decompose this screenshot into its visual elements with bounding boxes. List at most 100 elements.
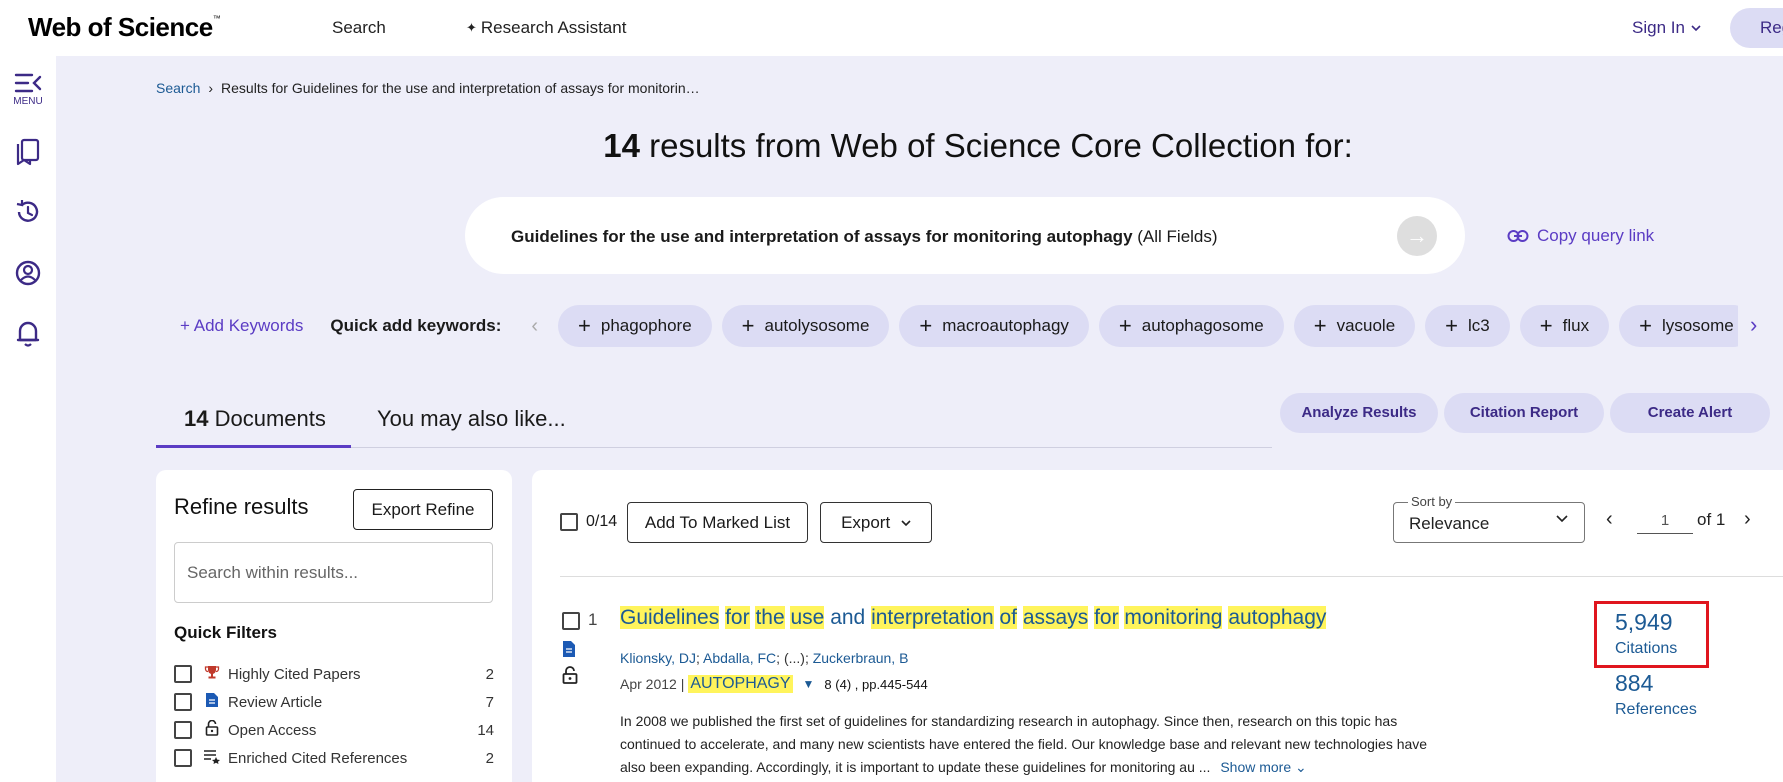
results-heading: 14 results from Web of Science Core Coll… xyxy=(0,127,1783,165)
query-box[interactable]: Guidelines for the use and interpretatio… xyxy=(465,197,1465,274)
record-checkbox[interactable] xyxy=(562,612,580,630)
export-dropdown[interactable]: Export xyxy=(820,502,932,543)
caret-down-icon[interactable]: ▼ xyxy=(803,677,815,691)
title-word: autophagy xyxy=(1228,606,1327,629)
keyword-chip-label: macroautophagy xyxy=(942,316,1069,335)
show-more-link[interactable]: Show more ⌄ xyxy=(1220,759,1306,775)
references-count-link[interactable]: 884 xyxy=(1615,670,1653,697)
page-number-input[interactable] xyxy=(1637,508,1693,534)
keyword-chip[interactable]: + flux xyxy=(1519,305,1610,347)
citations-label[interactable]: Citations xyxy=(1615,640,1677,658)
tab-you-may-also-like[interactable]: You may also like... xyxy=(377,400,566,432)
author-link[interactable]: Zuckerbraun, B xyxy=(813,650,909,666)
filter-label: Review Article xyxy=(228,693,323,711)
chevron-down-icon xyxy=(1691,25,1701,32)
keyword-chip[interactable]: + autophagosome xyxy=(1098,305,1284,347)
unlock-icon xyxy=(562,666,578,689)
next-page-button[interactable]: › xyxy=(1744,508,1751,531)
previous-page-button[interactable]: ‹ xyxy=(1606,508,1613,531)
record-number: 1 xyxy=(588,610,598,629)
alerts-nav[interactable] xyxy=(0,319,56,349)
filter-enriched-cited-references[interactable]: Enriched Cited References 2 xyxy=(174,747,494,769)
author-link[interactable]: Klionsky, DJ xyxy=(620,650,696,666)
sign-in-dropdown[interactable]: Sign In xyxy=(1632,18,1701,38)
journal-link[interactable]: AUTOPHAGY xyxy=(688,675,793,693)
register-button[interactable]: Reg xyxy=(1730,8,1783,48)
breadcrumb-search-link[interactable]: Search xyxy=(156,80,200,96)
checkbox[interactable] xyxy=(560,513,578,531)
add-to-marked-list-button[interactable]: Add To Marked List xyxy=(627,502,808,543)
analyze-results-button[interactable]: Analyze Results xyxy=(1280,393,1438,433)
run-search-button[interactable]: → xyxy=(1397,216,1437,256)
select-all[interactable]: 0/14 xyxy=(560,513,617,531)
record-title-link[interactable]: Guidelines for the use and interpretatio… xyxy=(620,606,1327,630)
keyword-chip-label: lysosome xyxy=(1661,316,1734,335)
sparkle-icon: ✦ xyxy=(466,20,477,35)
title-word: for xyxy=(1094,606,1119,629)
chevron-down-icon xyxy=(1556,515,1568,523)
nav-research-assistant-label: Research Assistant xyxy=(480,18,627,37)
plus-icon: + xyxy=(1118,313,1132,338)
add-keywords-button[interactable]: + Add Keywords xyxy=(180,316,303,336)
profile-nav[interactable] xyxy=(0,259,56,287)
menu-button[interactable]: MENU xyxy=(0,72,56,107)
author-ellipsis[interactable]: (...) xyxy=(784,650,805,666)
nav-research-assistant-link[interactable]: ✦ Research Assistant xyxy=(466,18,626,38)
plus-icon: + xyxy=(741,313,755,338)
keyword-chip-label: autolysosome xyxy=(764,316,870,335)
web-of-science-logo[interactable]: Web of Science™ xyxy=(28,12,221,43)
trophy-icon xyxy=(202,664,222,684)
nav-search-link[interactable]: Search xyxy=(332,18,386,38)
filter-label: Open Access xyxy=(228,721,317,739)
query-field: (All Fields) xyxy=(1137,227,1218,246)
keyword-chip[interactable]: + lysosome xyxy=(1619,305,1739,347)
results-count: 14 xyxy=(603,127,640,164)
author-separator: ; xyxy=(776,650,784,666)
title-word: monitoring xyxy=(1124,606,1223,629)
chevron-left-icon[interactable]: ‹ xyxy=(531,315,538,338)
show-more-label: Show more xyxy=(1220,759,1292,775)
record-date: Apr 2012 | xyxy=(620,676,685,692)
title-word: and xyxy=(830,606,866,629)
enriched-list-icon xyxy=(202,748,222,768)
filter-open-access[interactable]: Open Access 14 xyxy=(174,719,494,741)
plus-icon: + xyxy=(1539,313,1553,338)
refine-title: Refine results xyxy=(174,494,309,519)
filter-review-article[interactable]: Review Article 7 xyxy=(174,691,494,713)
keyword-chip[interactable]: + lc3 xyxy=(1425,305,1510,347)
keyword-chip[interactable]: + phagophore xyxy=(558,305,712,347)
keyword-chip-label: vacuole xyxy=(1336,316,1396,335)
document-icon xyxy=(202,692,222,712)
checkbox[interactable] xyxy=(174,665,192,683)
tab-documents[interactable]: 14 Documents xyxy=(156,400,351,448)
checkbox[interactable] xyxy=(174,693,192,711)
record-abstract: In 2008 we published the first set of gu… xyxy=(620,710,1440,779)
export-refine-button[interactable]: Export Refine xyxy=(353,489,493,530)
tab-documents-label: Documents xyxy=(214,406,326,431)
citation-report-button[interactable]: Citation Report xyxy=(1444,393,1604,433)
keyword-chips: + phagophore + autolysosome + macroautophag… xyxy=(558,305,1739,347)
references-label[interactable]: References xyxy=(1615,701,1697,719)
history-nav[interactable] xyxy=(0,198,56,226)
keyword-chip[interactable]: + vacuole xyxy=(1293,305,1416,347)
copy-query-link[interactable]: Copy query link xyxy=(1507,226,1654,246)
citations-count-link[interactable]: 5,949 xyxy=(1615,609,1673,636)
user-profile-icon xyxy=(15,260,41,286)
checkbox[interactable] xyxy=(174,749,192,767)
chevron-right-icon[interactable]: › xyxy=(1750,312,1757,338)
keyword-chip[interactable]: + macroautophagy xyxy=(899,305,1089,347)
filter-highly-cited[interactable]: Highly Cited Papers 2 xyxy=(174,663,494,685)
query-text: Guidelines for the use and interpretatio… xyxy=(511,227,1133,246)
author-link[interactable]: Abdalla, FC xyxy=(703,650,776,666)
plus-icon: + xyxy=(1445,313,1459,338)
create-alert-button[interactable]: Create Alert xyxy=(1610,393,1770,433)
menu-collapse-icon xyxy=(14,73,42,93)
author-separator: ; xyxy=(695,650,703,666)
tab-documents-count: 14 xyxy=(184,406,209,431)
refine-panel: Refine results Export Refine Quick Filte… xyxy=(156,470,512,782)
search-within-input[interactable] xyxy=(174,542,493,603)
sort-by-select[interactable]: Sort by Relevance xyxy=(1393,494,1585,543)
record-authors: Klionsky, DJ; Abdalla, FC; (...); Zucker… xyxy=(620,650,908,666)
keyword-chip[interactable]: + autolysosome xyxy=(721,305,890,347)
checkbox[interactable] xyxy=(174,721,192,739)
